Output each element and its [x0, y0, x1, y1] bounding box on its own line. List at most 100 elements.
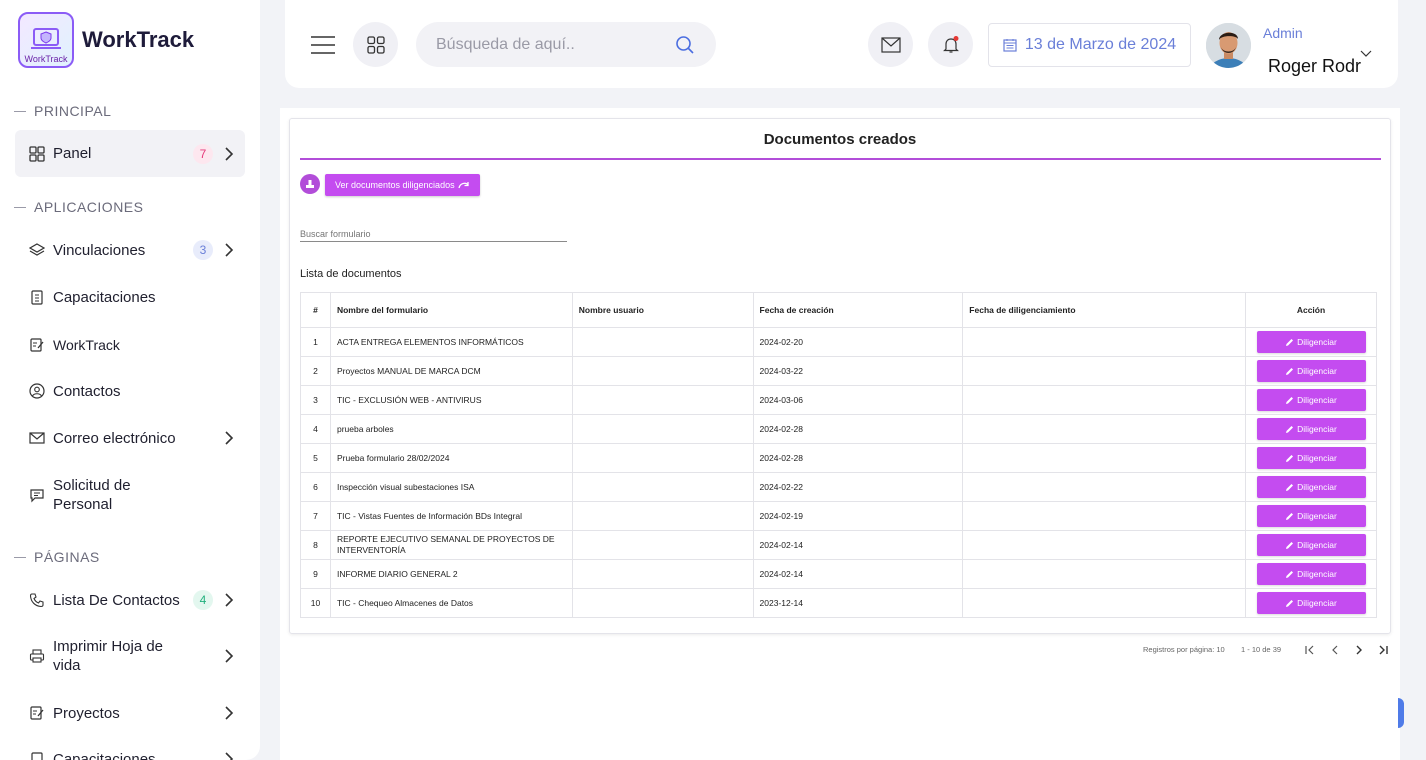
- table-row: 4 prueba arboles 2024-02-28 Diligenciar: [300, 414, 1377, 444]
- documents-table: # Nombre del formulario Nombre usuario F…: [300, 292, 1377, 618]
- app-logo[interactable]: WorkTrack WorkTrack: [18, 12, 194, 68]
- diligenciar-button[interactable]: Diligenciar: [1256, 563, 1366, 585]
- sidebar-item-worktrack[interactable]: WorkTrack: [15, 331, 245, 359]
- section-principal: PRINCIPAL: [14, 103, 111, 119]
- diligenciar-label: Diligenciar: [1297, 337, 1337, 347]
- column-header-user-name: Nombre usuario: [571, 292, 754, 328]
- diligenciar-label: Diligenciar: [1297, 598, 1337, 608]
- page-range: 1 - 10 de 39: [1241, 645, 1282, 654]
- main-content: Documentos creados Ver documentos dilige…: [280, 108, 1400, 760]
- logo-small-text: WorkTrack: [24, 54, 68, 64]
- table-row: 1 ACTA ENTREGA ELEMENTOS INFORMÁTICOS 2024…: [300, 327, 1377, 357]
- user-name-cell: [571, 327, 754, 357]
- sidebar-item-lista-contactos[interactable]: Lista De Contactos 4: [15, 586, 245, 614]
- sidebar-item-label: Correo electrónico: [53, 429, 176, 447]
- avatar[interactable]: [1206, 23, 1251, 68]
- table-body: 1 ACTA ENTREGA ELEMENTOS INFORMÁTICOS 2024…: [300, 327, 1377, 618]
- created-date-cell: 2023-12-14: [752, 588, 964, 618]
- filled-date-cell: [962, 530, 1246, 560]
- diligenciar-button[interactable]: Diligenciar: [1256, 447, 1366, 469]
- rows-per-page[interactable]: Registros por página: 10: [1143, 645, 1225, 654]
- diligenciar-label: Diligenciar: [1297, 569, 1337, 579]
- sidebar-item-capacitaciones[interactable]: Capacitaciones: [15, 283, 245, 311]
- chat-icon: [29, 487, 45, 503]
- action-cell: Diligenciar: [1245, 414, 1377, 444]
- sidebar-item-correo[interactable]: Correo electrónico: [15, 424, 245, 452]
- printer-icon: [29, 648, 45, 664]
- diligenciar-button[interactable]: Diligenciar: [1256, 476, 1366, 498]
- sidebar-item-panel[interactable]: Panel 7: [15, 130, 245, 177]
- filled-date-cell: [962, 414, 1246, 444]
- sidebar-item-imprimir-hoja-vida[interactable]: Imprimir Hoja de vida: [15, 636, 245, 676]
- pencil-icon: [1286, 483, 1294, 491]
- form-name-cell: Proyectos MANUAL DE MARCA DCM: [329, 356, 573, 386]
- calendar-icon: [1003, 39, 1017, 52]
- prev-page-icon[interactable]: [1330, 645, 1340, 655]
- notifications-button[interactable]: [928, 22, 973, 67]
- column-header-filled: Fecha de diligenciamiento: [962, 292, 1246, 328]
- row-number: 4: [300, 414, 331, 444]
- sidebar-item-vinculaciones[interactable]: Vinculaciones 3: [15, 236, 245, 264]
- diligenciar-button[interactable]: Diligenciar: [1256, 360, 1366, 382]
- form-name-cell: TIC - Chequeo Almacenes de Datos: [329, 588, 573, 618]
- pencil-icon: [1286, 425, 1294, 433]
- logo-icon: WorkTrack: [18, 12, 74, 68]
- sidebar-item-proyectos[interactable]: Proyectos: [15, 699, 245, 727]
- form-name-cell: INFORME DIARIO GENERAL 2: [329, 559, 573, 589]
- pencil-icon: [1286, 541, 1294, 549]
- created-date-cell: 2024-03-22: [752, 356, 964, 386]
- filled-date-cell: [962, 588, 1246, 618]
- last-page-icon[interactable]: [1377, 645, 1389, 655]
- redo-arrow-icon: [457, 182, 469, 189]
- documents-card: Documentos creados Ver documentos dilige…: [289, 118, 1391, 634]
- diligenciar-button[interactable]: Diligenciar: [1256, 389, 1366, 411]
- diligenciar-button[interactable]: Diligenciar: [1256, 331, 1366, 353]
- action-cell: Diligenciar: [1245, 356, 1377, 386]
- view-filled-documents-button[interactable]: Ver documentos diligenciados: [325, 174, 480, 196]
- created-date-cell: 2024-02-19: [752, 501, 964, 531]
- floating-action-button[interactable]: [1398, 698, 1404, 728]
- created-date-cell: 2024-02-28: [752, 443, 964, 473]
- action-cell: Diligenciar: [1245, 501, 1377, 531]
- diligenciar-button[interactable]: Diligenciar: [1256, 534, 1366, 556]
- form-name-cell: TIC - Vistas Fuentes de Información BDs …: [329, 501, 573, 531]
- search-icon[interactable]: [675, 35, 695, 55]
- column-header-form-name: Nombre del formulario: [329, 292, 573, 328]
- table-row: 10 TIC - Chequeo Almacenes de Datos 2023-1…: [300, 588, 1377, 618]
- diligenciar-button[interactable]: Diligenciar: [1256, 418, 1366, 440]
- table-row: 2 Proyectos MANUAL DE MARCA DCM 2024-03-22…: [300, 356, 1377, 386]
- diligenciar-button[interactable]: Diligenciar: [1256, 505, 1366, 527]
- messages-button[interactable]: [868, 22, 913, 67]
- diligenciar-button[interactable]: Diligenciar: [1256, 592, 1366, 614]
- chevron-right-icon: [221, 592, 237, 608]
- sidebar-item-capacitaciones-2[interactable]: Capacitaciones: [15, 745, 245, 760]
- first-page-icon[interactable]: [1304, 645, 1316, 655]
- apps-grid-button[interactable]: [353, 22, 398, 67]
- filled-date-cell: [962, 385, 1246, 415]
- app-name: WorkTrack: [82, 27, 195, 52]
- form-name-cell: Prueba formulario 28/02/2024: [329, 443, 573, 473]
- form-name-cell: Inspección visual subestaciones ISA: [329, 472, 573, 502]
- sidebar-item-label: Contactos: [53, 382, 121, 400]
- form-search-input[interactable]: [300, 229, 567, 239]
- chevron-down-icon[interactable]: [1360, 50, 1372, 58]
- sidebar-item-contactos[interactable]: Contactos: [15, 377, 245, 405]
- search-input[interactable]: [436, 35, 666, 54]
- filled-date-cell: [962, 472, 1246, 502]
- view-filled-documents-label: Ver documentos diligenciados: [335, 180, 455, 190]
- table-row: 9 INFORME DIARIO GENERAL 2 2024-02-14 Dilig…: [300, 559, 1377, 589]
- user-name[interactable]: Roger Rodr: [1268, 56, 1363, 77]
- action-cell: Diligenciar: [1245, 588, 1377, 618]
- diligenciar-label: Diligenciar: [1297, 511, 1337, 521]
- filled-date-cell: [962, 559, 1246, 589]
- form-search-field: [300, 224, 567, 242]
- sidebar-item-solicitud-personal[interactable]: Solicitud de Personal: [15, 475, 245, 515]
- created-date-cell: 2024-02-28: [752, 414, 964, 444]
- hamburger-menu-icon[interactable]: [310, 35, 336, 55]
- row-number: 3: [300, 385, 331, 415]
- chevron-right-icon: [221, 751, 237, 760]
- next-page-icon[interactable]: [1354, 645, 1364, 655]
- column-header-number: #: [300, 292, 331, 328]
- sidebar-item-label: Capacitaciones: [53, 288, 156, 306]
- page-scrollbar[interactable]: [1414, 0, 1426, 760]
